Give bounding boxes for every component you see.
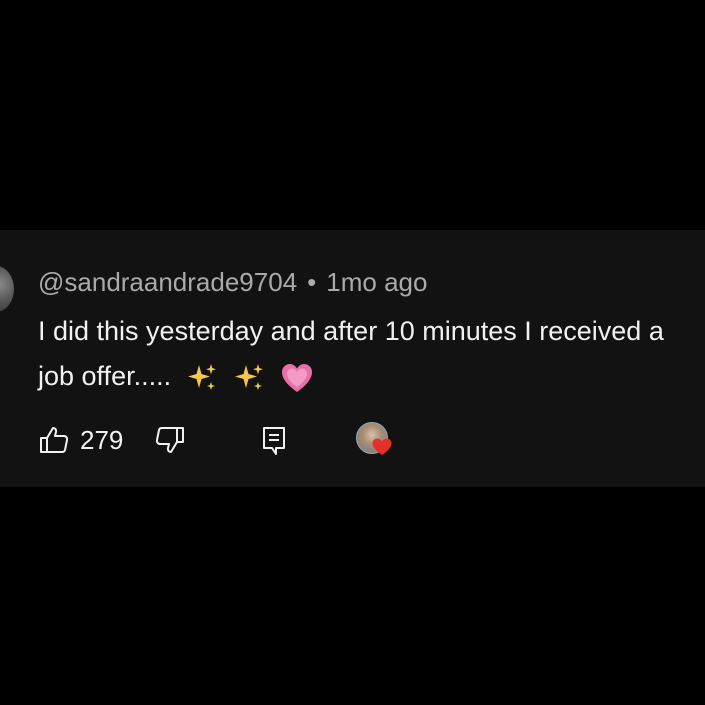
- thumbs-down-icon: [155, 427, 184, 453]
- meta-separator: •: [307, 266, 317, 297]
- comment-meta: @sandraandrade9704 • 1mo ago: [38, 266, 427, 298]
- sparkles-icon: [235, 363, 264, 390]
- thumbs-up-icon: [40, 427, 69, 453]
- comment-card: @sandraandrade9704 • 1mo ago I did this …: [0, 230, 705, 487]
- creator-heart-badge[interactable]: [356, 422, 392, 458]
- like-count: 279: [80, 424, 124, 455]
- growing-heart-icon: [281, 363, 312, 392]
- comment-timestamp[interactable]: 1mo ago: [326, 267, 427, 298]
- reply-button[interactable]: [260, 420, 288, 460]
- dislike-button[interactable]: [154, 420, 186, 460]
- sparkles-icon: [187, 363, 216, 390]
- comment-text: I did this yesterday and after 10 minute…: [38, 316, 664, 391]
- comment-body: I did this yesterday and after 10 minute…: [38, 309, 678, 399]
- author-handle[interactable]: @sandraandrade9704: [38, 267, 297, 298]
- author-avatar[interactable]: [0, 266, 14, 312]
- comment-actions: 279: [38, 420, 698, 460]
- like-button[interactable]: 279: [38, 420, 123, 460]
- comment-icon: [263, 427, 285, 455]
- heart-icon: [372, 438, 392, 455]
